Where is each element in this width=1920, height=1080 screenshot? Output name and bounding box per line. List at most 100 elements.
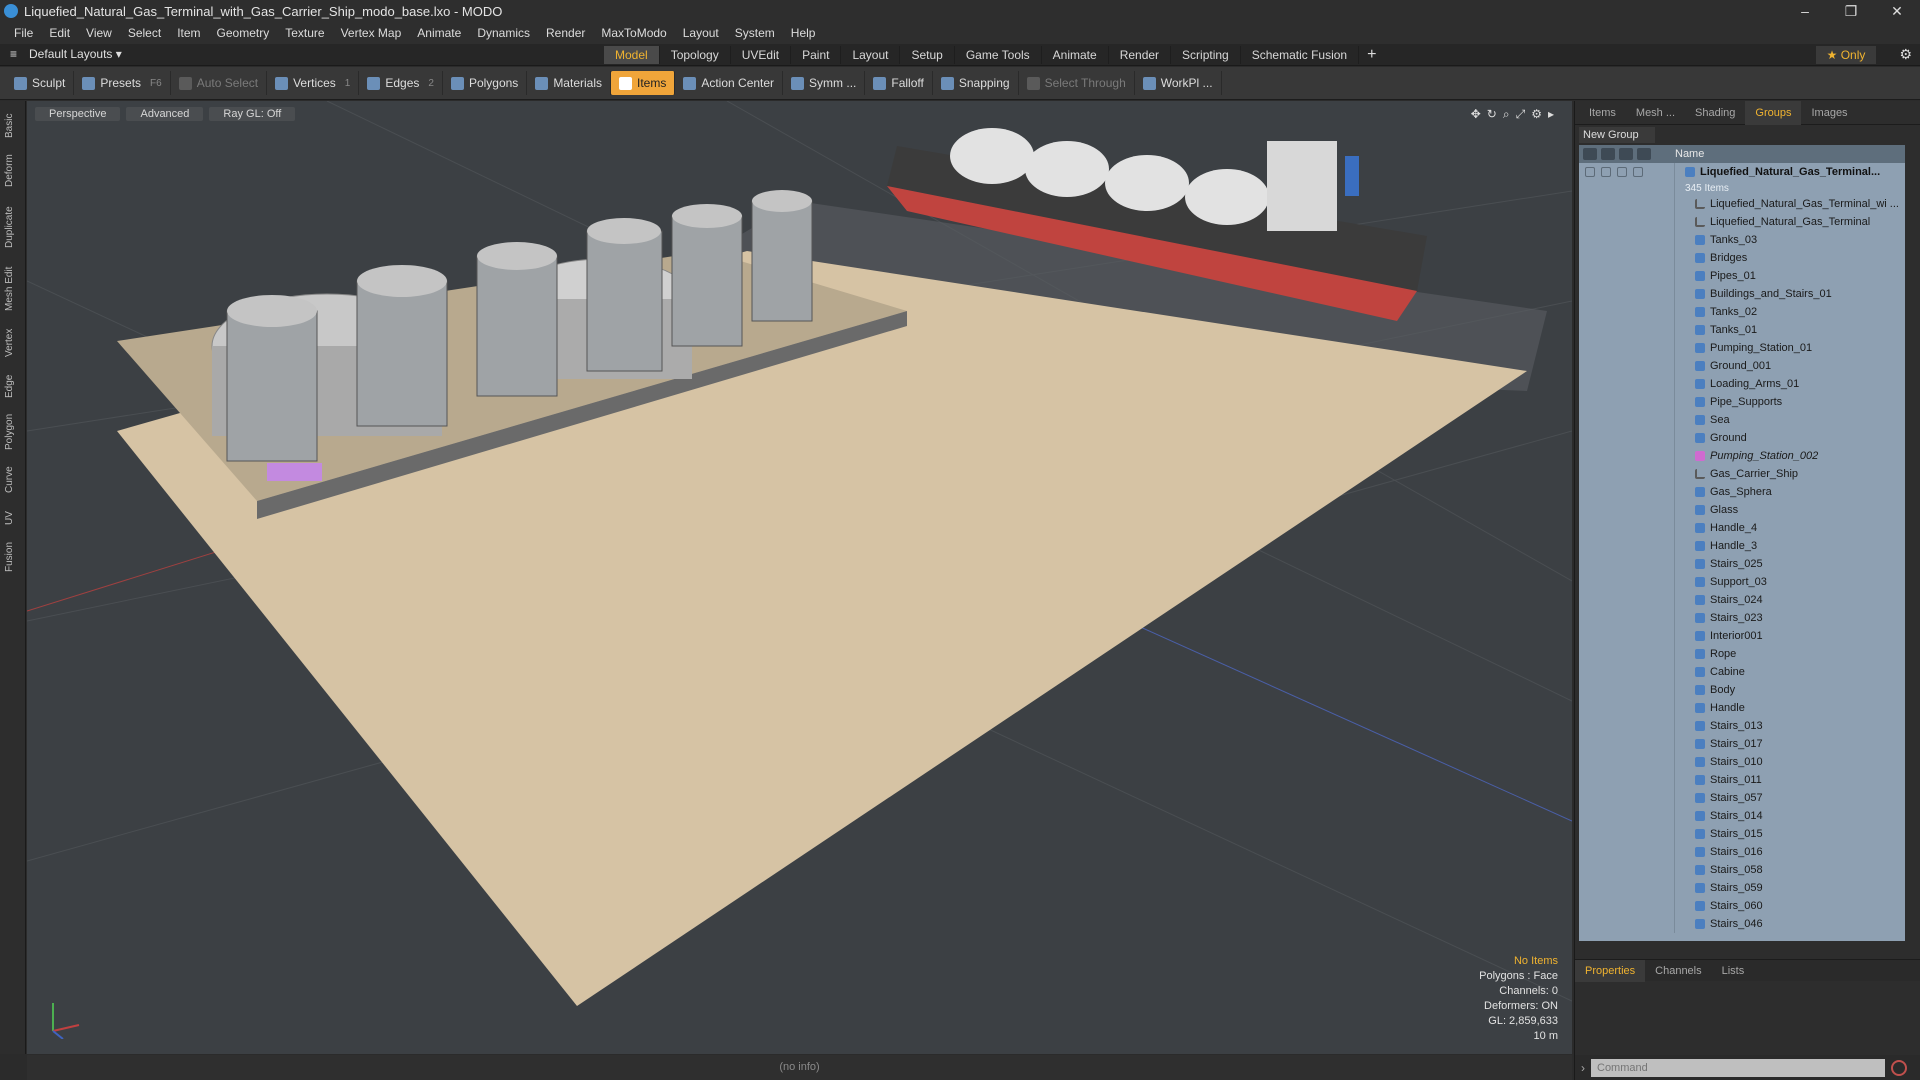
list-item[interactable]: Ground_001 — [1579, 357, 1905, 375]
list-item[interactable]: Pumping_Station_01 — [1579, 339, 1905, 357]
list-item[interactable]: Stairs_057 — [1579, 789, 1905, 807]
list-item[interactable]: Handle_3 — [1579, 537, 1905, 555]
lock-icon[interactable] — [1601, 148, 1615, 160]
falloff-button[interactable]: Falloff — [865, 71, 933, 95]
list-item[interactable]: Stairs_013 — [1579, 717, 1905, 735]
close-button[interactable]: ✕ — [1874, 0, 1920, 22]
list-item[interactable]: Pipe_Supports — [1579, 393, 1905, 411]
name-column-header[interactable]: Name — [1675, 148, 1704, 160]
tab-groups[interactable]: Groups — [1745, 100, 1802, 125]
pan-icon[interactable]: ✥ — [1471, 107, 1481, 122]
menu-dynamics[interactable]: Dynamics — [469, 26, 538, 40]
tab-fusion[interactable]: Fusion — [4, 537, 22, 577]
tab-animate[interactable]: Animate — [1042, 46, 1109, 64]
restore-button[interactable]: ❐ — [1828, 0, 1874, 22]
list-item[interactable]: Stairs_024 — [1579, 591, 1905, 609]
list-item[interactable]: Handle_4 — [1579, 519, 1905, 537]
select-icon[interactable] — [1637, 148, 1651, 160]
list-item[interactable]: Pumping_Station_002 — [1579, 447, 1905, 465]
lock-toggle[interactable] — [1601, 167, 1611, 177]
list-item[interactable]: Cabine — [1579, 663, 1905, 681]
list-item[interactable]: Stairs_014 — [1579, 807, 1905, 825]
command-input[interactable] — [1591, 1058, 1885, 1077]
rotate-icon[interactable]: ↻ — [1487, 107, 1497, 122]
list-item[interactable]: Handle — [1579, 699, 1905, 717]
command-clear-icon[interactable] — [1891, 1059, 1907, 1076]
list-item[interactable]: Gas_Sphera — [1579, 483, 1905, 501]
tab-mesh[interactable]: Mesh ... — [1626, 107, 1685, 119]
tab-schematic-fusion[interactable]: Schematic Fusion — [1241, 46, 1360, 64]
tab-game-tools[interactable]: Game Tools — [955, 46, 1042, 64]
list-item[interactable]: Sea — [1579, 411, 1905, 429]
menu-vertex-map[interactable]: Vertex Map — [333, 26, 410, 40]
tab-model[interactable]: Model — [604, 46, 660, 64]
list-item[interactable]: Stairs_010 — [1579, 753, 1905, 771]
add-tab-button[interactable]: + — [1359, 46, 1384, 64]
list-item[interactable]: Stairs_058 — [1579, 861, 1905, 879]
menu-texture[interactable]: Texture — [277, 26, 332, 40]
new-group-button[interactable]: New Group — [1579, 127, 1655, 143]
menu-system[interactable]: System — [727, 26, 783, 40]
list-item[interactable]: Stairs_060 — [1579, 897, 1905, 915]
list-item[interactable]: Stairs_025 — [1579, 555, 1905, 573]
maximize-icon[interactable]: ⤢ — [1516, 107, 1526, 122]
tab-setup[interactable]: Setup — [900, 46, 955, 64]
symmetry-button[interactable]: Symm ... — [783, 71, 866, 95]
menu-edit[interactable]: Edit — [41, 26, 78, 40]
tab-edge[interactable]: Edge — [4, 369, 22, 403]
list-item[interactable]: Buildings_and_Stairs_01 — [1579, 285, 1905, 303]
shading-mode-dropdown[interactable]: Advanced — [126, 107, 204, 121]
items-button[interactable]: Items — [611, 71, 676, 95]
zoom-icon[interactable]: ⌕ — [1503, 107, 1510, 122]
list-item[interactable]: Ground — [1579, 429, 1905, 447]
view-mode-dropdown[interactable]: Perspective — [35, 107, 121, 121]
tab-uv[interactable]: UV — [4, 505, 22, 531]
menu-animate[interactable]: Animate — [409, 26, 469, 40]
menu-help[interactable]: Help — [783, 26, 824, 40]
edges-button[interactable]: Edges 2 — [359, 71, 443, 95]
action-center-button[interactable]: Action Center — [675, 71, 784, 95]
list-item[interactable]: Tanks_01 — [1579, 321, 1905, 339]
list-item[interactable]: Body — [1579, 681, 1905, 699]
list-item[interactable]: Support_03 — [1579, 573, 1905, 591]
list-item[interactable]: Gas_Carrier_Ship — [1579, 465, 1905, 483]
tab-curve[interactable]: Curve — [4, 461, 22, 499]
render-toggle[interactable] — [1617, 167, 1627, 177]
tab-layout[interactable]: Layout — [841, 46, 901, 64]
polygons-button[interactable]: Polygons — [443, 71, 528, 95]
list-item[interactable]: Liquefied_Natural_Gas_Terminal_wi ... — [1579, 195, 1905, 213]
menu-layout[interactable]: Layout — [675, 26, 727, 40]
select-toggle[interactable] — [1633, 167, 1643, 177]
materials-button[interactable]: Materials — [527, 71, 611, 95]
tab-deform[interactable]: Deform — [4, 149, 22, 193]
render-icon[interactable] — [1619, 148, 1633, 160]
list-item[interactable]: Stairs_059 — [1579, 879, 1905, 897]
tab-polygon[interactable]: Polygon — [4, 409, 22, 455]
auto-select-button[interactable]: Auto Select — [171, 71, 268, 95]
list-item[interactable]: Bridges — [1579, 249, 1905, 267]
select-through-button[interactable]: Select Through — [1019, 71, 1135, 95]
list-item[interactable]: Pipes_01 — [1579, 267, 1905, 285]
eye-icon[interactable] — [1583, 148, 1597, 160]
vertices-button[interactable]: Vertices 1 — [267, 71, 360, 95]
menu-render[interactable]: Render — [538, 26, 593, 40]
tab-scripting[interactable]: Scripting — [1171, 46, 1241, 64]
list-item[interactable]: Tanks_02 — [1579, 303, 1905, 321]
tab-lists[interactable]: Lists — [1712, 965, 1755, 977]
tab-uvedit[interactable]: UVEdit — [731, 46, 792, 64]
tab-shading[interactable]: Shading — [1685, 107, 1745, 119]
raygl-toggle[interactable]: Ray GL: Off — [209, 107, 296, 121]
tab-properties[interactable]: Properties — [1575, 959, 1646, 982]
tab-render[interactable]: Render — [1109, 46, 1172, 64]
menu-geometry[interactable]: Geometry — [209, 26, 278, 40]
list-item[interactable]: Stairs_016 — [1579, 843, 1905, 861]
3d-viewport[interactable]: Perspective Advanced Ray GL: Off ✥ ↻ ⌕ ⤢… — [27, 101, 1572, 1054]
tab-images[interactable]: Images — [1801, 107, 1857, 119]
menu-view[interactable]: View — [78, 26, 120, 40]
list-item[interactable]: Stairs_017 — [1579, 735, 1905, 753]
viewport-menu-icon[interactable]: ▸ — [1548, 107, 1554, 122]
only-button[interactable]: ★ Only — [1816, 46, 1876, 64]
workplane-button[interactable]: WorkPl ... — [1135, 71, 1222, 95]
tab-channels[interactable]: Channels — [1645, 965, 1711, 977]
menu-item[interactable]: Item — [169, 26, 208, 40]
